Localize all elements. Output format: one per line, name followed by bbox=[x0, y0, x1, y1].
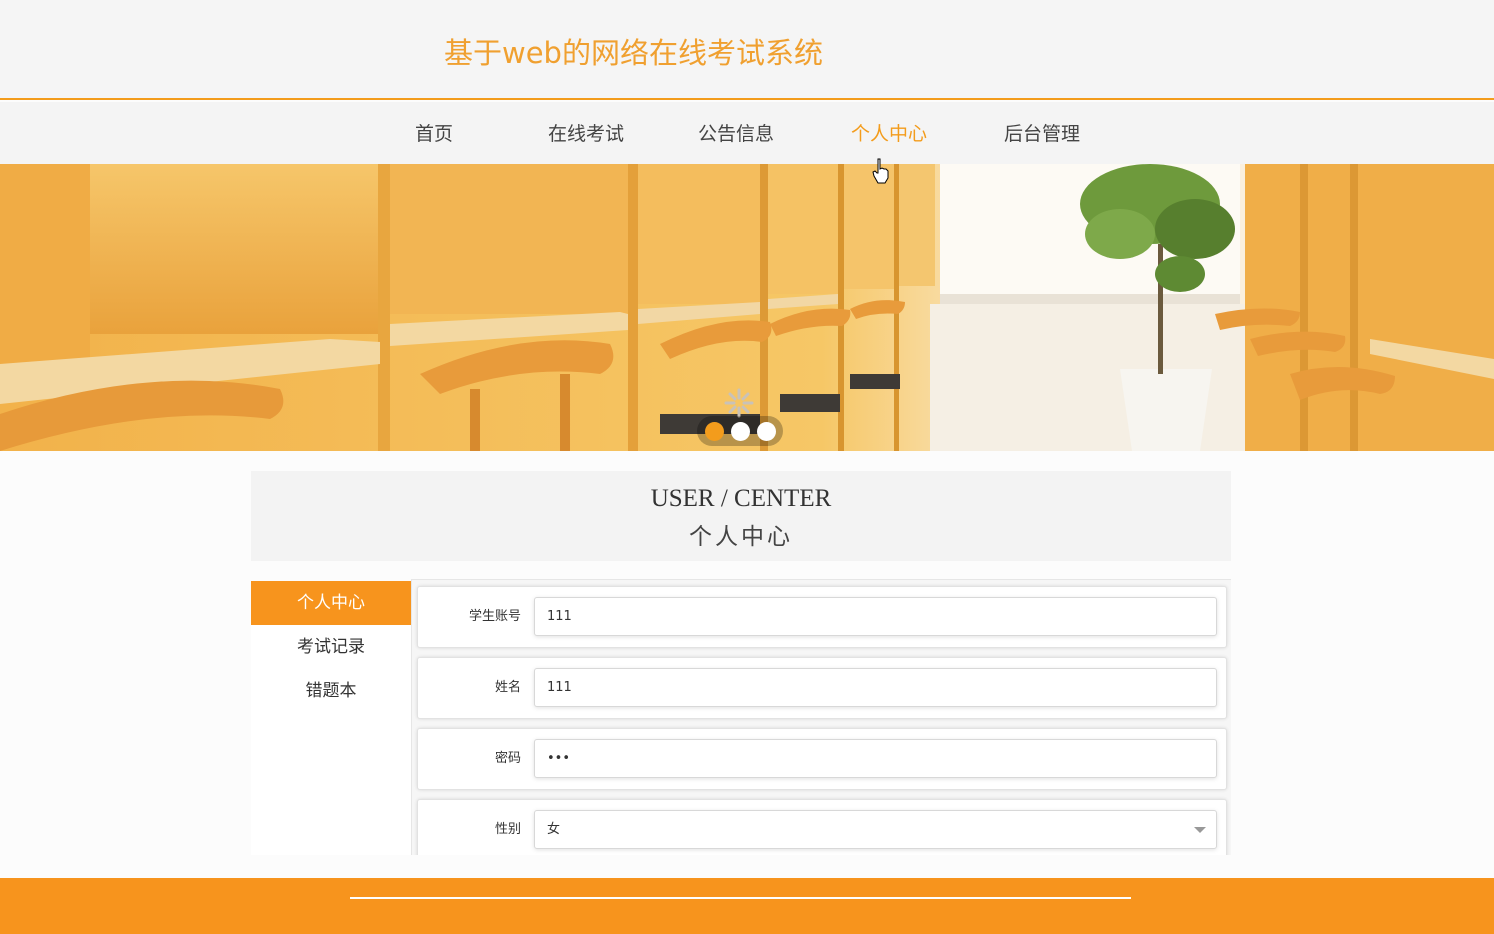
name-input[interactable]: 111 bbox=[534, 668, 1217, 707]
gender-select[interactable]: 女 bbox=[534, 810, 1217, 849]
site-title: 基于web的网络在线考试系统 bbox=[444, 36, 823, 70]
gender-select-value: 女 bbox=[547, 822, 561, 837]
form-row-gender: 性别 女 bbox=[417, 799, 1227, 855]
name-label: 姓名 bbox=[494, 680, 521, 695]
chevron-down-icon bbox=[1194, 827, 1206, 833]
sidebar-item-wrong-questions[interactable]: 错题本 bbox=[251, 669, 411, 713]
section-heading: USER / CENTER 个人中心 bbox=[251, 471, 1231, 561]
footer-divider bbox=[350, 897, 1131, 899]
main-nav: 首页 在线考试 公告信息 个人中心 后台管理 bbox=[0, 102, 1494, 164]
student-account-input[interactable]: 111 bbox=[534, 597, 1217, 636]
password-label: 密码 bbox=[494, 751, 521, 766]
sidebar-item-exam-records[interactable]: 考试记录 bbox=[251, 625, 411, 669]
site-footer bbox=[0, 878, 1494, 934]
hand-cursor-icon bbox=[872, 158, 889, 184]
section-title-zh: 个人中心 bbox=[689, 524, 793, 550]
nav-item-home[interactable]: 首页 bbox=[415, 119, 453, 146]
carousel-indicators bbox=[697, 416, 783, 446]
sidebar-item-user-center[interactable]: 个人中心 bbox=[251, 581, 411, 625]
carousel-dot-3[interactable] bbox=[757, 422, 776, 441]
carousel-dot-2[interactable] bbox=[731, 422, 750, 441]
nav-item-admin[interactable]: 后台管理 bbox=[1004, 119, 1080, 146]
form-row-password: 密码 ••• bbox=[417, 728, 1227, 790]
nav-item-online-exam[interactable]: 在线考试 bbox=[548, 119, 624, 146]
nav-item-announcements[interactable]: 公告信息 bbox=[698, 119, 774, 146]
loading-spinner-icon bbox=[724, 388, 754, 418]
carousel-dot-1[interactable] bbox=[705, 422, 724, 441]
password-input[interactable]: ••• bbox=[534, 739, 1217, 778]
nav-item-user-center[interactable]: 个人中心 bbox=[851, 119, 927, 146]
form-row-name: 姓名 111 bbox=[417, 657, 1227, 719]
student-account-label: 学生账号 bbox=[468, 609, 521, 624]
section-title-en: USER / CENTER bbox=[650, 485, 832, 512]
profile-form: 学生账号 111 姓名 111 密码 ••• 性别 女 bbox=[411, 579, 1231, 855]
user-center-sidebar: 个人中心 考试记录 错题本 bbox=[251, 581, 411, 855]
gender-label: 性别 bbox=[494, 822, 521, 837]
site-header: 基于web的网络在线考试系统 bbox=[0, 0, 1494, 100]
form-row-student-account: 学生账号 111 bbox=[417, 586, 1227, 648]
